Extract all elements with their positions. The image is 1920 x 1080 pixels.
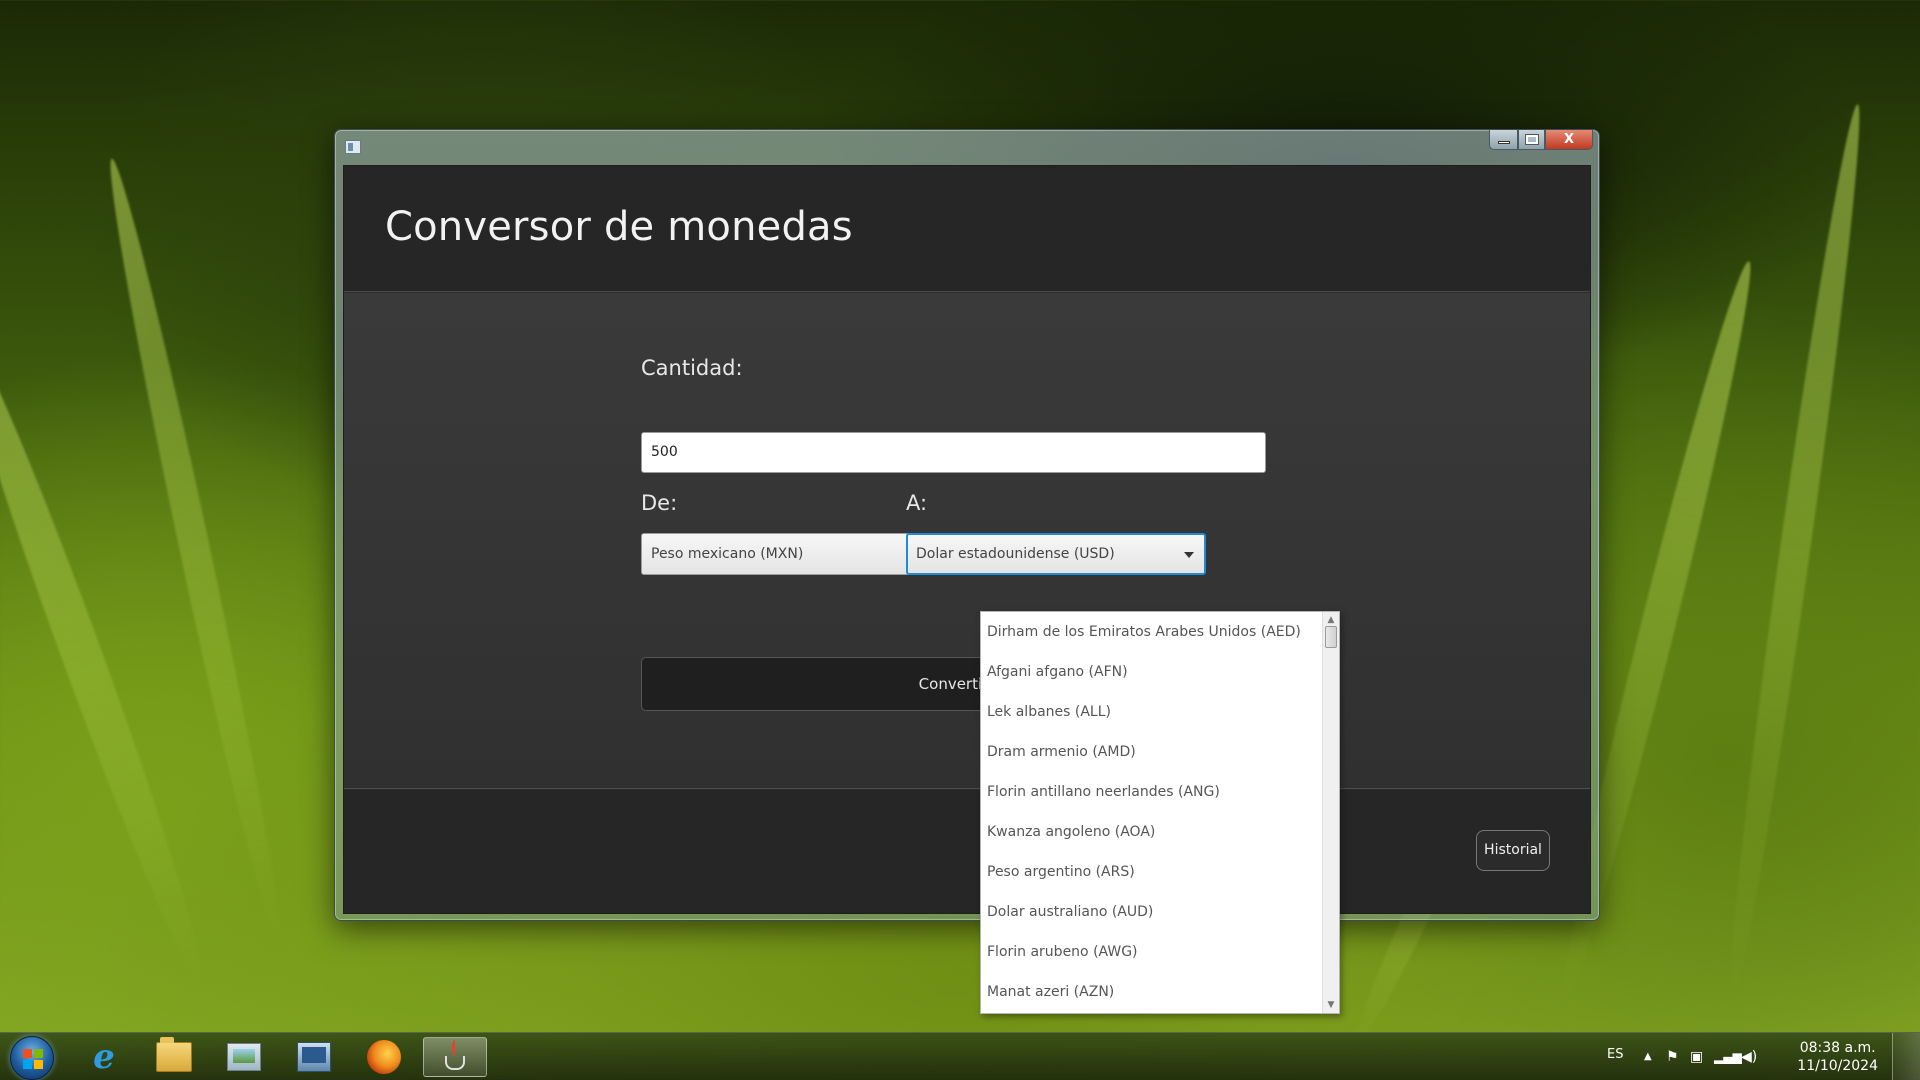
wallpaper-grass	[1717, 102, 1873, 998]
app-header: Conversor de monedas	[344, 166, 1590, 292]
volume-icon[interactable]: ◀)	[1741, 1047, 1757, 1067]
currency-option[interactable]: Florin arubeno (AWG)	[981, 932, 1323, 972]
minimize-button[interactable]	[1489, 130, 1518, 150]
folder-icon	[156, 1037, 192, 1072]
currency-option[interactable]: Peso argentino (ARS)	[981, 852, 1323, 892]
clock-date: 11/10/2024	[1797, 1058, 1878, 1074]
pictures-icon	[227, 1043, 261, 1071]
action-center-flag-icon[interactable]: ⚑	[1666, 1047, 1679, 1067]
dropdown-scrollbar[interactable]: ▲ ▼	[1322, 612, 1339, 1013]
maximize-icon	[1524, 134, 1539, 145]
taskbar-firefox[interactable]	[355, 1037, 413, 1077]
to-currency-value: Dolar estadounidense (USD)	[916, 546, 1115, 562]
close-icon: X	[1563, 132, 1575, 147]
currency-option[interactable]: Dolar australiano (AUD)	[981, 892, 1323, 932]
close-button[interactable]: X	[1545, 130, 1593, 150]
currency-options: Dirham de los Emiratos Arabes Unidos (AE…	[981, 612, 1323, 1012]
app-window: X Conversor de monedas Cantidad: 500 De:…	[334, 129, 1600, 921]
amount-input[interactable]: 500	[641, 432, 1266, 473]
currency-option[interactable]: Dirham de los Emiratos Arabes Unidos (AE…	[981, 612, 1323, 652]
app-client-area: Conversor de monedas Cantidad: 500 De: A…	[343, 165, 1591, 914]
show-hidden-icons-icon[interactable]: ▲	[1644, 1047, 1652, 1067]
taskbar-internet-explorer[interactable]: e	[75, 1037, 133, 1077]
start-button[interactable]	[10, 1036, 54, 1080]
scroll-thumb[interactable]	[1325, 626, 1337, 648]
taskbar-java-app[interactable]	[423, 1037, 487, 1077]
currency-option[interactable]: Florin antillano neerlandes (ANG)	[981, 772, 1323, 812]
currency-option[interactable]: Lek albanes (ALL)	[981, 692, 1323, 732]
language-indicator[interactable]: ES	[1607, 1047, 1623, 1062]
show-desktop-button[interactable]	[1892, 1033, 1920, 1080]
clock[interactable]: 08:38 a.m. 11/10/2024	[1797, 1039, 1878, 1075]
windows-logo-icon	[23, 1049, 43, 1069]
history-button[interactable]: Historial	[1476, 830, 1550, 871]
wallpaper-grass	[0, 314, 219, 986]
maximize-button[interactable]	[1518, 130, 1545, 150]
chevron-down-icon	[1184, 552, 1194, 558]
java-icon	[442, 1040, 468, 1074]
internet-explorer-icon: e	[93, 1037, 115, 1077]
firefox-icon	[367, 1040, 401, 1074]
to-currency-select[interactable]: Dolar estadounidense (USD)	[906, 533, 1206, 575]
taskbar: e ES ▲ ⚑ ▣ ▂▄▆ ◀) 08:38 a.m. 11/10/2024	[0, 1032, 1920, 1080]
minimize-icon	[1497, 141, 1510, 144]
network-icon[interactable]: ▂▄▆	[1714, 1047, 1742, 1067]
converter-form: Cantidad: 500 De: A: Peso mexicano (MXN)…	[344, 293, 1590, 789]
window-controls: X	[1489, 130, 1593, 150]
from-currency-value: Peso mexicano (MXN)	[651, 546, 804, 562]
taskbar-computer[interactable]	[285, 1037, 343, 1077]
page-title: Conversor de monedas	[385, 204, 853, 250]
from-currency-select[interactable]: Peso mexicano (MXN)	[641, 533, 941, 575]
currency-option[interactable]: Manat azeri (AZN)	[981, 972, 1323, 1012]
taskbar-windows-explorer[interactable]	[145, 1037, 203, 1077]
from-label: De:	[641, 491, 678, 515]
scroll-down-icon[interactable]: ▼	[1323, 997, 1339, 1013]
clock-time: 08:38 a.m.	[1799, 1040, 1876, 1056]
to-label: A:	[906, 491, 928, 515]
power-icon[interactable]: ▣	[1690, 1047, 1703, 1067]
computer-icon	[297, 1042, 331, 1072]
amount-label: Cantidad:	[641, 356, 743, 380]
currency-option[interactable]: Afgani afgano (AFN)	[981, 652, 1323, 692]
currency-option[interactable]: Kwanza angoleno (AOA)	[981, 812, 1323, 852]
currency-option[interactable]: Dram armenio (AMD)	[981, 732, 1323, 772]
app-footer: Historial	[344, 790, 1590, 913]
currency-dropdown-list: Dirham de los Emiratos Arabes Unidos (AE…	[980, 611, 1340, 1014]
taskbar-photo-viewer[interactable]	[215, 1037, 273, 1077]
window-icon	[345, 140, 361, 154]
